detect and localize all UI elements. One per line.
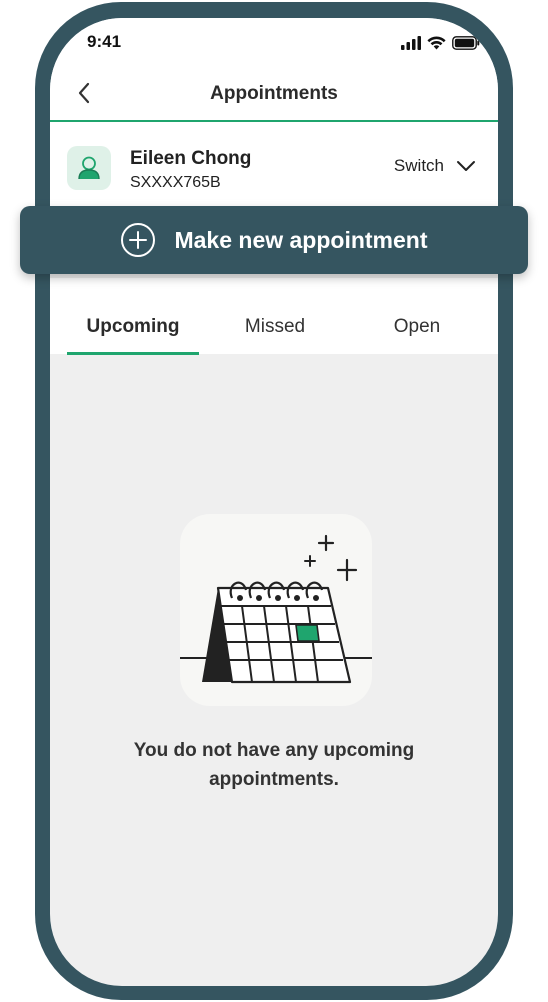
switch-profile-button[interactable]: Switch bbox=[394, 156, 476, 176]
make-appointment-label: Make new appointment bbox=[174, 226, 428, 253]
tab-bar: Upcoming Missed Open bbox=[50, 278, 498, 355]
switch-label: Switch bbox=[393, 156, 444, 175]
make-new-appointment-button[interactable]: Make new appointment bbox=[20, 206, 528, 274]
page-title: Appointments bbox=[210, 83, 338, 104]
battery-icon bbox=[452, 36, 480, 50]
profile-id: SXXXX765B bbox=[130, 174, 221, 191]
tab-open[interactable]: Open bbox=[347, 316, 487, 338]
signal-icon bbox=[401, 36, 421, 50]
empty-state-message: You do not have any upcoming appointment… bbox=[50, 736, 498, 794]
chevron-down-icon bbox=[457, 161, 475, 171]
nav-bar: Appointments bbox=[50, 68, 498, 122]
wifi-icon bbox=[427, 36, 446, 50]
empty-state-line-2: appointments. bbox=[209, 769, 339, 790]
status-icons bbox=[401, 34, 480, 52]
status-time: 9:41 bbox=[87, 32, 122, 51]
tab-missed[interactable]: Missed bbox=[205, 316, 345, 338]
user-icon bbox=[78, 156, 100, 180]
tab-upcoming[interactable]: Upcoming bbox=[63, 316, 203, 338]
profile-row: Eileen Chong SXXXX765B Switch bbox=[50, 122, 498, 208]
empty-state-line-1: You do not have any upcoming bbox=[133, 740, 415, 761]
plus-circle-icon bbox=[121, 223, 156, 257]
calendar-illustration bbox=[180, 514, 372, 706]
calendar-illustration-graphic bbox=[180, 534, 372, 684]
active-tab-indicator bbox=[67, 352, 199, 355]
status-bar: 9:41 bbox=[50, 18, 498, 68]
profile-name: Eileen Chong bbox=[130, 148, 252, 169]
screen: 9:41 Appointments Eileen Chong SXXXX765B… bbox=[50, 18, 498, 986]
avatar bbox=[67, 146, 111, 190]
